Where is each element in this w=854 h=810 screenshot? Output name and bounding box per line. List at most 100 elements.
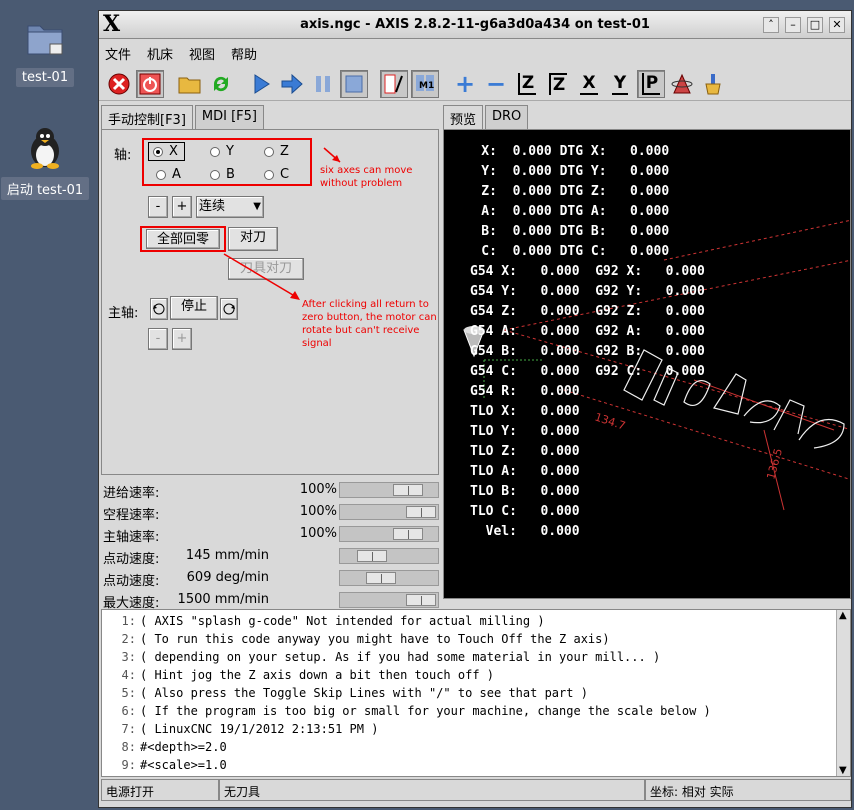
axis-radio-a[interactable]: A	[156, 167, 181, 182]
window-title: axis.ngc - AXIS 2.8.2-11-g6a3d0a434 on t…	[300, 17, 650, 32]
axis-radio-c[interactable]: C	[264, 167, 289, 182]
radio-dot	[210, 146, 220, 157]
slider-row: 点动速度: 145 mm/min	[101, 545, 439, 567]
gcode-line[interactable]: 5: ( Also press the Toggle Skip Lines wit…	[102, 686, 588, 704]
preview-canvas[interactable]: 134.7 136.5 X: 0.000 DTG X: 0.000 Y: 0.0…	[443, 129, 851, 599]
slider-knob[interactable]	[406, 594, 436, 606]
view-z2-icon[interactable]: Z	[544, 70, 572, 98]
rotate-icon[interactable]	[668, 70, 696, 98]
dro-line: Z: 0.000 DTG Z: 0.000	[450, 184, 670, 199]
jog-mode-select[interactable]: 连续 ▼	[196, 196, 264, 218]
slider-knob[interactable]	[357, 550, 387, 562]
spindle-plus-button[interactable]: +	[172, 328, 192, 350]
gcode-line-number: 1:	[121, 614, 136, 628]
axis-radio-x[interactable]: X	[148, 142, 185, 161]
dro-line: G54 B: 0.000 G92 B: 0.000	[470, 344, 705, 359]
open-file-icon[interactable]	[176, 70, 204, 98]
window-minimize-icon[interactable]: –	[785, 17, 801, 33]
slider-knob[interactable]	[393, 528, 423, 540]
stop-icon[interactable]	[340, 69, 368, 98]
skip-lines-icon[interactable]	[380, 69, 408, 98]
gcode-scrollbar[interactable]: ▲ ▼	[836, 610, 850, 776]
slider-knob[interactable]	[406, 506, 436, 518]
slider-knob[interactable]	[366, 572, 396, 584]
view-p-icon[interactable]: P	[637, 69, 665, 98]
cw-icon	[223, 303, 235, 315]
axis-radio-z[interactable]: Z	[264, 144, 289, 159]
zoom-in-icon[interactable]: +	[451, 70, 479, 98]
dro-line: G54 Y: 0.000 G92 Y: 0.000	[470, 284, 705, 299]
slider-row: 进给速率: 100%	[101, 479, 439, 501]
slider-label: 点动速度:	[103, 574, 160, 589]
gcode-line[interactable]: 4: ( Hint jog the Z axis down a bit then …	[102, 668, 494, 686]
optional-stop-icon[interactable]: M1	[411, 69, 439, 98]
gcode-line-text: #<depth>=2.0	[140, 740, 227, 754]
menu-machine[interactable]: 机床	[147, 44, 173, 63]
gcode-line[interactable]: 6: ( If the program is too big or small f…	[102, 704, 711, 722]
tab-preview[interactable]: 预览	[443, 105, 484, 129]
spindle-cw-button[interactable]	[220, 298, 238, 320]
slider-row: 主轴速率: 100%	[101, 523, 439, 545]
window-up-icon[interactable]: ˄	[763, 17, 779, 33]
jog-minus-button[interactable]: -	[148, 196, 168, 218]
touch-off-button[interactable]: 对刀	[228, 227, 278, 251]
view-y-icon[interactable]: Y	[606, 70, 634, 98]
pause-icon[interactable]	[309, 70, 337, 98]
tab-dro[interactable]: DRO	[485, 105, 529, 129]
gcode-line-text: ( depending on your setup. As if you had…	[140, 650, 661, 664]
dim-label-a: 134.7	[593, 410, 627, 432]
spindle-minus-button[interactable]: -	[148, 328, 168, 350]
gcode-listing[interactable]: 1: ( AXIS "splash g-code" Not intended fo…	[101, 609, 851, 777]
rapid-override-slider[interactable]	[339, 504, 439, 520]
tab-mdi[interactable]: MDI [F5]	[194, 105, 264, 129]
feed-override-slider[interactable]	[339, 482, 439, 498]
gcode-line[interactable]: 7: ( LinuxCNC 19/1/2012 2:13:51 PM )	[102, 722, 379, 740]
scroll-up-icon[interactable]: ▲	[839, 610, 847, 621]
menu-view[interactable]: 视图	[189, 44, 215, 63]
clear-backplot-icon[interactable]	[699, 70, 727, 98]
jog-plus-button[interactable]: +	[172, 196, 192, 218]
scroll-down-icon[interactable]: ▼	[839, 765, 847, 776]
reload-icon[interactable]	[207, 70, 235, 98]
jog-speed-slider[interactable]	[339, 548, 439, 564]
window-maximize-icon[interactable]: □	[807, 17, 823, 33]
zoom-out-icon[interactable]: −	[482, 70, 510, 98]
view-x-icon[interactable]: X	[575, 70, 603, 98]
dro-line: TLO Y: 0.000	[470, 424, 580, 439]
window-close-icon[interactable]: ✕	[829, 17, 845, 33]
gcode-line[interactable]: 1: ( AXIS "splash g-code" Not intended fo…	[102, 614, 545, 632]
slider-value: 145 mm/min	[185, 548, 269, 563]
gcode-line[interactable]: 9: #<scale>=1.0	[102, 758, 227, 776]
view-z-icon[interactable]: Z	[513, 70, 541, 98]
axis-radio-y[interactable]: Y	[210, 144, 234, 159]
gcode-line[interactable]: 3: ( depending on your setup. As if you h…	[102, 650, 661, 668]
estop-icon[interactable]	[105, 70, 133, 98]
tab-manual-control[interactable]: 手动控制[F3]	[101, 105, 193, 129]
step-icon[interactable]	[278, 70, 306, 98]
run-icon[interactable]	[247, 70, 275, 98]
status-bar: 电源打开 无刀具 坐标: 相对 实际	[101, 779, 851, 803]
slider-row: 点动速度: 609 deg/min	[101, 567, 439, 589]
desktop-icon-test01[interactable]: test-01	[0, 18, 90, 87]
spindle-stop-button[interactable]: 停止	[170, 296, 218, 320]
menu-help[interactable]: 帮助	[231, 44, 257, 63]
desktop-icon-launch[interactable]: 启动 test-01	[0, 125, 90, 200]
power-icon[interactable]	[136, 69, 164, 98]
home-all-button[interactable]: 全部回零	[146, 229, 220, 249]
gcode-line[interactable]: 2: ( To run this code anyway you might ha…	[102, 632, 610, 650]
gcode-line[interactable]: 8: #<depth>=2.0	[102, 740, 227, 758]
dro-line: TLO B: 0.000	[470, 484, 580, 499]
spindle-override-slider[interactable]	[339, 526, 439, 542]
max-velocity-slider[interactable]	[339, 592, 439, 608]
angular-jog-speed-slider[interactable]	[339, 570, 439, 586]
radio-dot	[264, 169, 274, 180]
axis-radio-b[interactable]: B	[210, 167, 235, 182]
slider-knob[interactable]	[393, 484, 423, 496]
menu-file[interactable]: 文件	[105, 44, 131, 63]
status-machine: 电源打开	[101, 779, 219, 801]
left-panel: 手动控制[F3] MDI [F5] 轴: X Y Z A B C six axe…	[101, 105, 439, 475]
gcode-line-number: 7:	[121, 722, 136, 736]
spindle-ccw-button[interactable]	[150, 298, 168, 320]
toolbar: M1 + − Z Z X Y P	[99, 67, 851, 101]
title-bar[interactable]: X axis.ngc - AXIS 2.8.2-11-g6a3d0a434 on…	[99, 11, 851, 39]
